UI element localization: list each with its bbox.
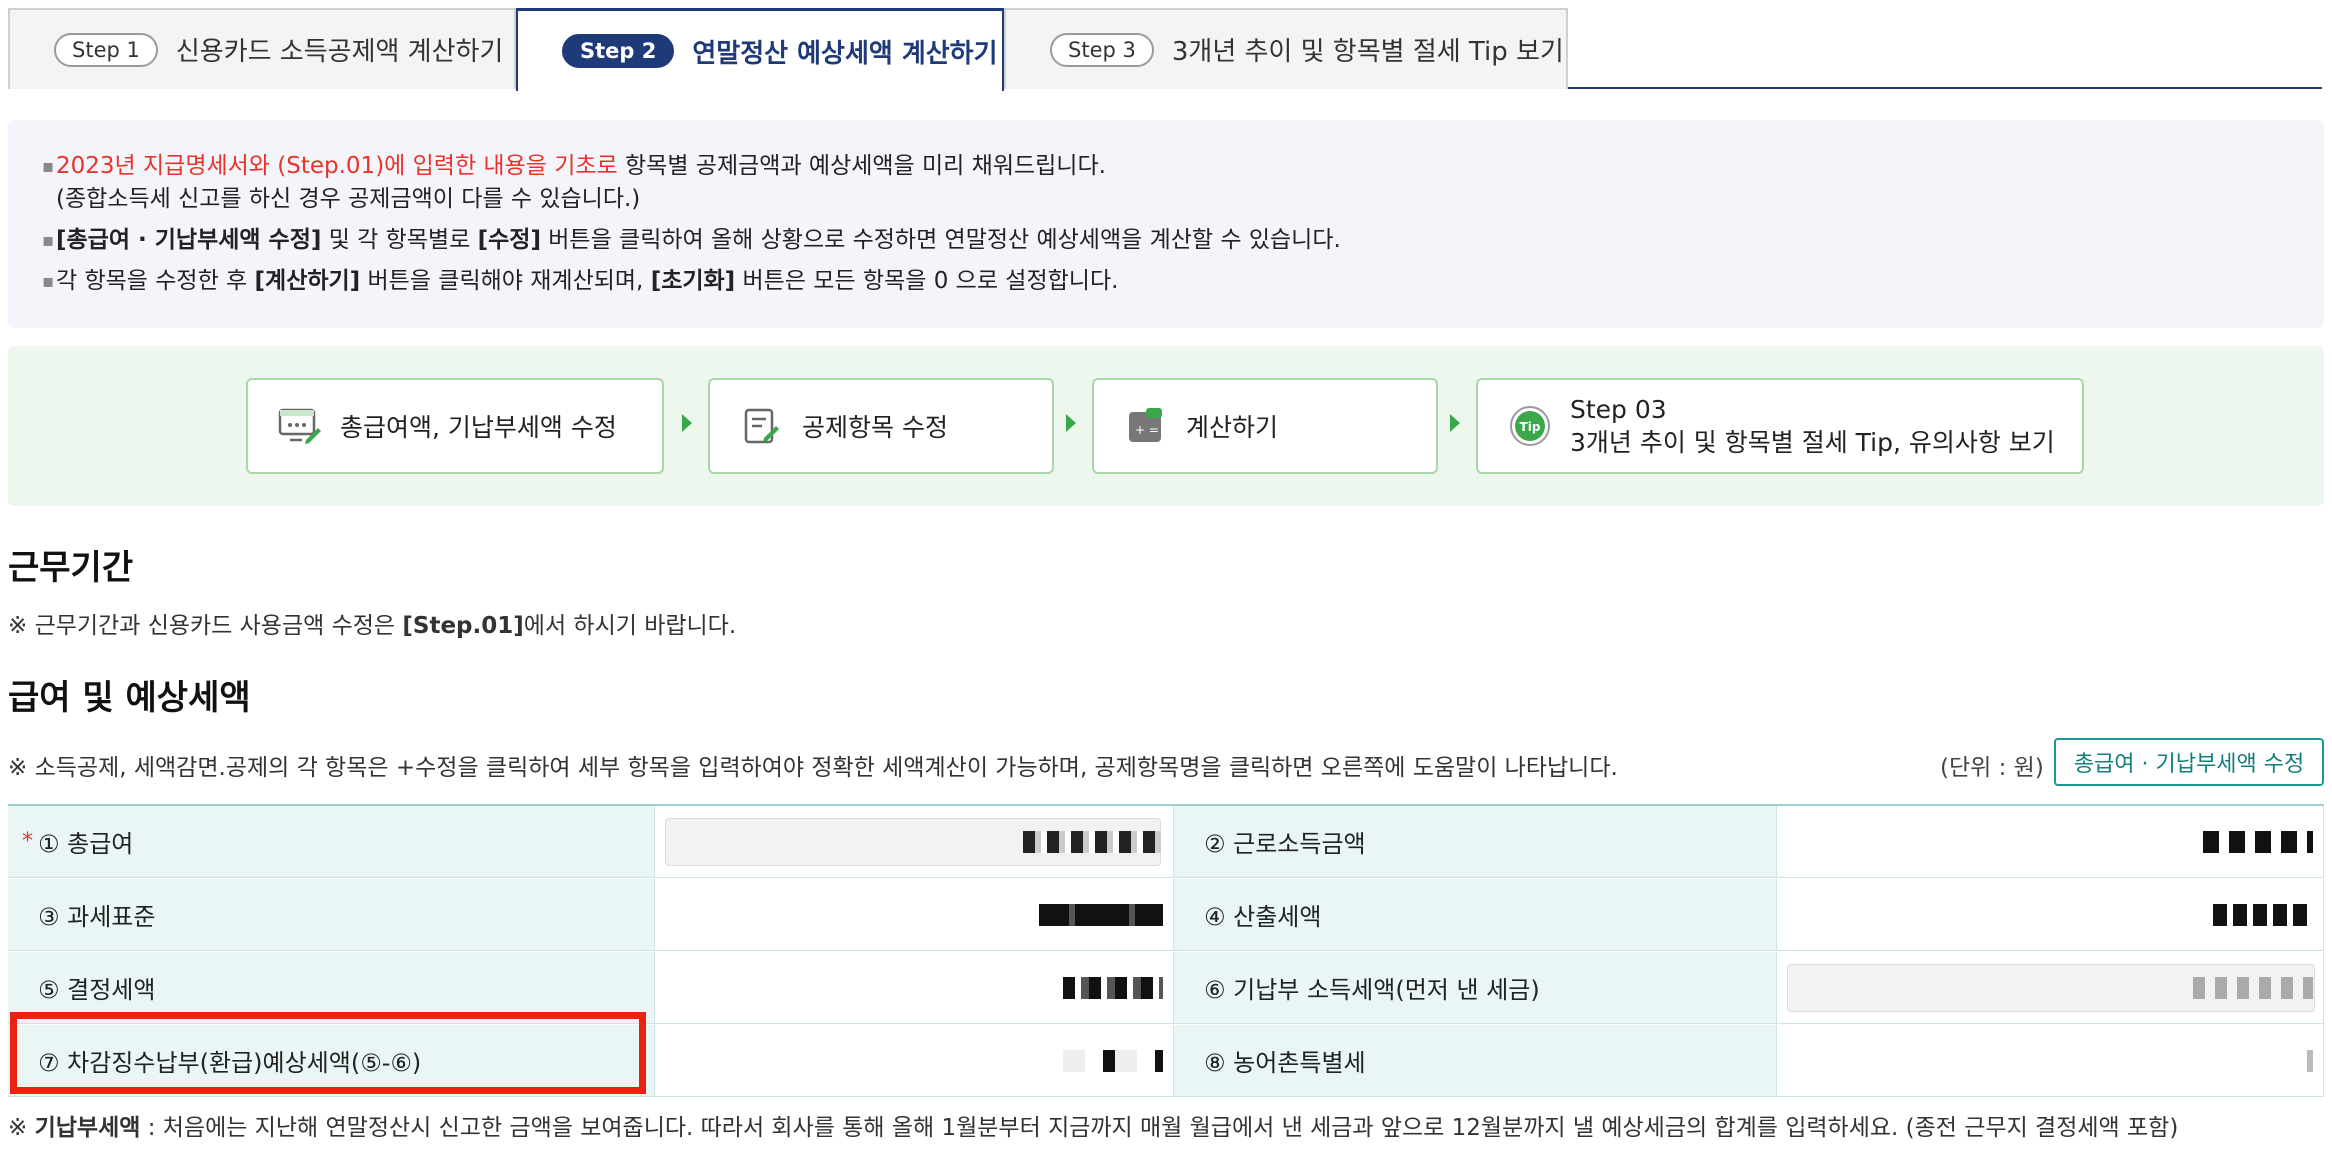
label-total-salary[interactable]: * ① 총급여 — [8, 806, 654, 878]
value-total-salary — [654, 806, 1174, 878]
value-tax-base — [654, 879, 1174, 951]
value-earned-income — [1776, 806, 2324, 878]
unit-label: (단위 : 원) — [1940, 755, 2044, 781]
info-line-2: ▪ [총급여 · 기납부세액 수정] 및 각 항목별로 [수정] 버튼을 클릭하… — [42, 224, 2276, 257]
masked-value — [2213, 903, 2313, 926]
label-prepaid-tax[interactable]: ⑥ 기납부 소득세액(먼저 낸 세금) — [1174, 952, 1776, 1024]
info-line-3: ▪ 각 항목을 수정한 후 [계산하기] 버튼을 클릭해야 재계산되며, [초기… — [42, 265, 2276, 298]
process-step3-top: Step 03 — [1570, 395, 1667, 424]
prepaid-tax-footnote: ※ 기납부세액 : 처음에는 지난해 연말정산시 신고한 금액을 보여줍니다. … — [8, 1115, 2179, 1141]
highlight-frame — [10, 1012, 646, 1094]
process-step3-tips[interactable]: Tip Step 03 3개년 추이 및 항목별 절세 Tip, 유의사항 보기 — [1476, 378, 2084, 474]
tab-step3[interactable]: Step 3 3개년 추이 및 항목별 절세 Tip 보기 — [1004, 8, 1568, 89]
section-title-work-period: 근무기간 — [8, 548, 134, 588]
required-mark: * — [22, 829, 33, 854]
step-tabs: Step 1 신용카드 소득공제액 계산하기 Step 2 연말정산 예상세액 … — [8, 8, 2322, 91]
tab-step1[interactable]: Step 1 신용카드 소득공제액 계산하기 — [8, 8, 516, 89]
masked-value — [1039, 903, 1163, 926]
masked-value — [1063, 1049, 1163, 1072]
value-prepaid-tax — [1776, 952, 2324, 1024]
process-step3-label: 3개년 추이 및 항목별 절세 Tip, 유의사항 보기 — [1570, 428, 2055, 457]
arrow-right-icon — [682, 414, 692, 432]
masked-value — [2203, 830, 2313, 853]
bullet-icon: ▪ — [42, 271, 55, 292]
tab-step2[interactable]: Step 2 연말정산 예상세액 계산하기 — [516, 8, 1004, 91]
salary-tax-note: ※ 소득공제, 세액감면.공제의 각 항목은 +수정을 클릭하여 세부 항목을 … — [8, 755, 1618, 781]
process-calculate[interactable]: + = 계산하기 — [1092, 378, 1438, 474]
tab-step3-label: 3개년 추이 및 항목별 절세 Tip 보기 — [1171, 37, 1564, 67]
calculator-icon: + = — [1124, 404, 1168, 448]
step2-pill: Step 2 — [562, 34, 675, 68]
process-edit-deduction[interactable]: 공제항목 수정 — [708, 378, 1054, 474]
masked-value — [1023, 830, 1163, 853]
tab-step2-label: 연말정산 예상세액 계산하기 — [692, 38, 998, 69]
step3-pill: Step 3 — [1050, 32, 1154, 67]
label-earned-income[interactable]: ② 근로소득금액 — [1174, 806, 1776, 878]
edit-salary-tax-button[interactable]: 총급여 · 기납부세액 수정 — [2054, 738, 2324, 786]
arrow-right-icon — [1066, 414, 1076, 432]
label-calculated-tax[interactable]: ④ 산출세액 — [1174, 879, 1776, 951]
tab-step1-label: 신용카드 소득공제액 계산하기 — [175, 37, 504, 67]
masked-value — [2307, 1049, 2313, 1072]
process-edit-salary[interactable]: 총급여액, 기납부세액 수정 — [246, 378, 664, 474]
info-line-1b: (종합소득세 신고를 하신 경우 공제금액이 다를 수 있습니다.) — [56, 186, 641, 212]
svg-text:+ =: + = — [1135, 423, 1159, 437]
bullet-icon: ▪ — [42, 230, 55, 251]
value-calculated-tax — [1776, 879, 2324, 951]
svg-text:Tip: Tip — [1520, 420, 1541, 434]
tip-icon: Tip — [1508, 404, 1552, 448]
label-tax-base[interactable]: ③ 과세표준 — [8, 879, 654, 951]
value-determined-tax — [654, 952, 1174, 1024]
masked-value — [1063, 976, 1163, 999]
masked-value — [2193, 976, 2313, 999]
value-expected-refund — [654, 1025, 1174, 1097]
document-edit-icon — [740, 404, 784, 448]
label-rural-special-tax[interactable]: ⑧ 농어촌특별세 — [1174, 1025, 1776, 1097]
step1-pill: Step 1 — [54, 32, 158, 67]
info-box: ▪ 2023년 지급명세서와 (Step.01)에 입력한 내용을 기초로 항목… — [8, 120, 2324, 328]
section-title-salary-tax: 급여 및 예상세액 — [8, 678, 251, 718]
monitor-edit-icon — [278, 404, 322, 448]
work-period-note: ※ 근무기간과 신용카드 사용금액 수정은 [Step.01]에서 하시기 바랍… — [8, 613, 737, 639]
info-line-1: ▪ 2023년 지급명세서와 (Step.01)에 입력한 내용을 기초로 항목… — [42, 150, 2276, 183]
arrow-right-icon — [1450, 414, 1460, 432]
value-rural-special-tax — [1776, 1025, 2324, 1097]
bullet-icon: ▪ — [42, 156, 55, 177]
process-guide: 총급여액, 기납부세액 수정 공제항목 수정 + = 계산하기 Tip Step… — [8, 346, 2324, 506]
